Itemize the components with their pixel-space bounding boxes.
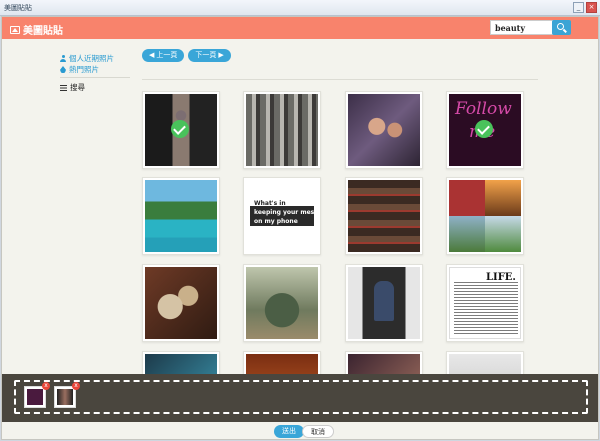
photo-thumbnail (145, 180, 217, 252)
photo-text: keeping your mess (254, 209, 318, 216)
photo-thumbnail (145, 267, 217, 339)
sidebar-item-label: 熱門照片 (69, 65, 99, 74)
window-titlebar: 美圖貼貼 _ × (0, 0, 600, 16)
picture-icon (10, 25, 20, 34)
photo-text: What's in (254, 200, 286, 207)
content-divider (142, 79, 538, 80)
footer: 送出 取消 (2, 422, 598, 439)
photo-thumbnail (27, 389, 43, 405)
photo-tile[interactable] (142, 177, 220, 255)
window-title: 美圖貼貼 (4, 4, 32, 12)
photo-tile[interactable] (142, 264, 220, 342)
photo-thumbnail (246, 94, 318, 166)
drop-zone[interactable]: x x (14, 380, 588, 414)
remove-icon[interactable]: x (42, 382, 50, 390)
prev-page-button[interactable]: ◀ 上一頁 (142, 49, 185, 62)
photo-thumbnail (246, 267, 318, 339)
selected-thumb[interactable]: x (24, 382, 50, 408)
photo-tile[interactable] (243, 264, 321, 342)
arrow-right-icon: ▶ (218, 52, 224, 59)
photo-thumbnail (348, 267, 420, 339)
sidebar-item-search[interactable]: 搜尋 (60, 82, 130, 93)
brand-title: 美圖貼貼 (23, 26, 63, 37)
photo-thumbnail: LIFE. (449, 267, 521, 339)
sidebar: 個人近期照片 熱門照片 搜尋 (60, 53, 130, 93)
photo-text: Follow (455, 99, 512, 119)
photo-thumbnail (57, 389, 73, 405)
minimize-icon[interactable]: _ (573, 2, 584, 13)
search-icon (557, 23, 564, 30)
sidebar-item-label: 搜尋 (70, 83, 85, 92)
photo-thumbnail (348, 180, 420, 252)
photo-tile[interactable] (345, 177, 423, 255)
photo-thumbnail: What's in keeping your mess on my phone (246, 180, 318, 252)
photo-tile[interactable] (446, 177, 524, 255)
close-icon[interactable]: × (586, 2, 597, 13)
arrow-left-icon: ◀ (149, 52, 155, 59)
remove-icon[interactable]: x (72, 382, 80, 390)
photo-tile[interactable]: LIFE. (446, 264, 524, 342)
search-button[interactable] (552, 20, 571, 35)
selected-tray: x x (2, 374, 598, 422)
submit-button[interactable]: 送出 (274, 425, 304, 438)
sidebar-item-label: 個人近期照片 (69, 54, 114, 63)
brand: 美圖貼貼 (10, 22, 63, 37)
selected-thumb[interactable]: x (54, 382, 80, 408)
photo-tile[interactable] (345, 91, 423, 169)
next-page-button[interactable]: 下一頁 ▶ (188, 49, 231, 62)
photo-tile[interactable] (345, 264, 423, 342)
header-bar: 美圖貼貼 (2, 17, 598, 39)
cancel-button[interactable]: 取消 (302, 425, 334, 438)
photo-thumbnail (348, 94, 420, 166)
list-icon (60, 84, 67, 91)
check-icon (475, 120, 493, 138)
photo-thumbnail (449, 180, 521, 252)
sidebar-item-recent[interactable]: 個人近期照片 (60, 53, 130, 64)
next-page-label: 下一頁 (195, 52, 217, 59)
photo-text: on my phone (254, 218, 298, 225)
pager: ◀ 上一頁 下一頁 ▶ (142, 49, 231, 62)
photo-tile[interactable] (142, 91, 220, 169)
photo-tile[interactable]: Followme (446, 91, 524, 169)
fire-icon (60, 66, 66, 73)
sidebar-item-popular[interactable]: 熱門照片 (60, 64, 130, 75)
prev-page-label: 上一頁 (156, 52, 178, 59)
photo-tile[interactable]: What's in keeping your mess on my phone (243, 177, 321, 255)
check-icon (171, 120, 189, 138)
app-window: 美圖貼貼 個人近期照片 熱門照片 搜尋 ◀ 上一頁 下一頁 ▶ (1, 16, 599, 440)
photo-tile[interactable] (243, 91, 321, 169)
user-icon (60, 55, 66, 62)
sidebar-divider (60, 77, 130, 78)
